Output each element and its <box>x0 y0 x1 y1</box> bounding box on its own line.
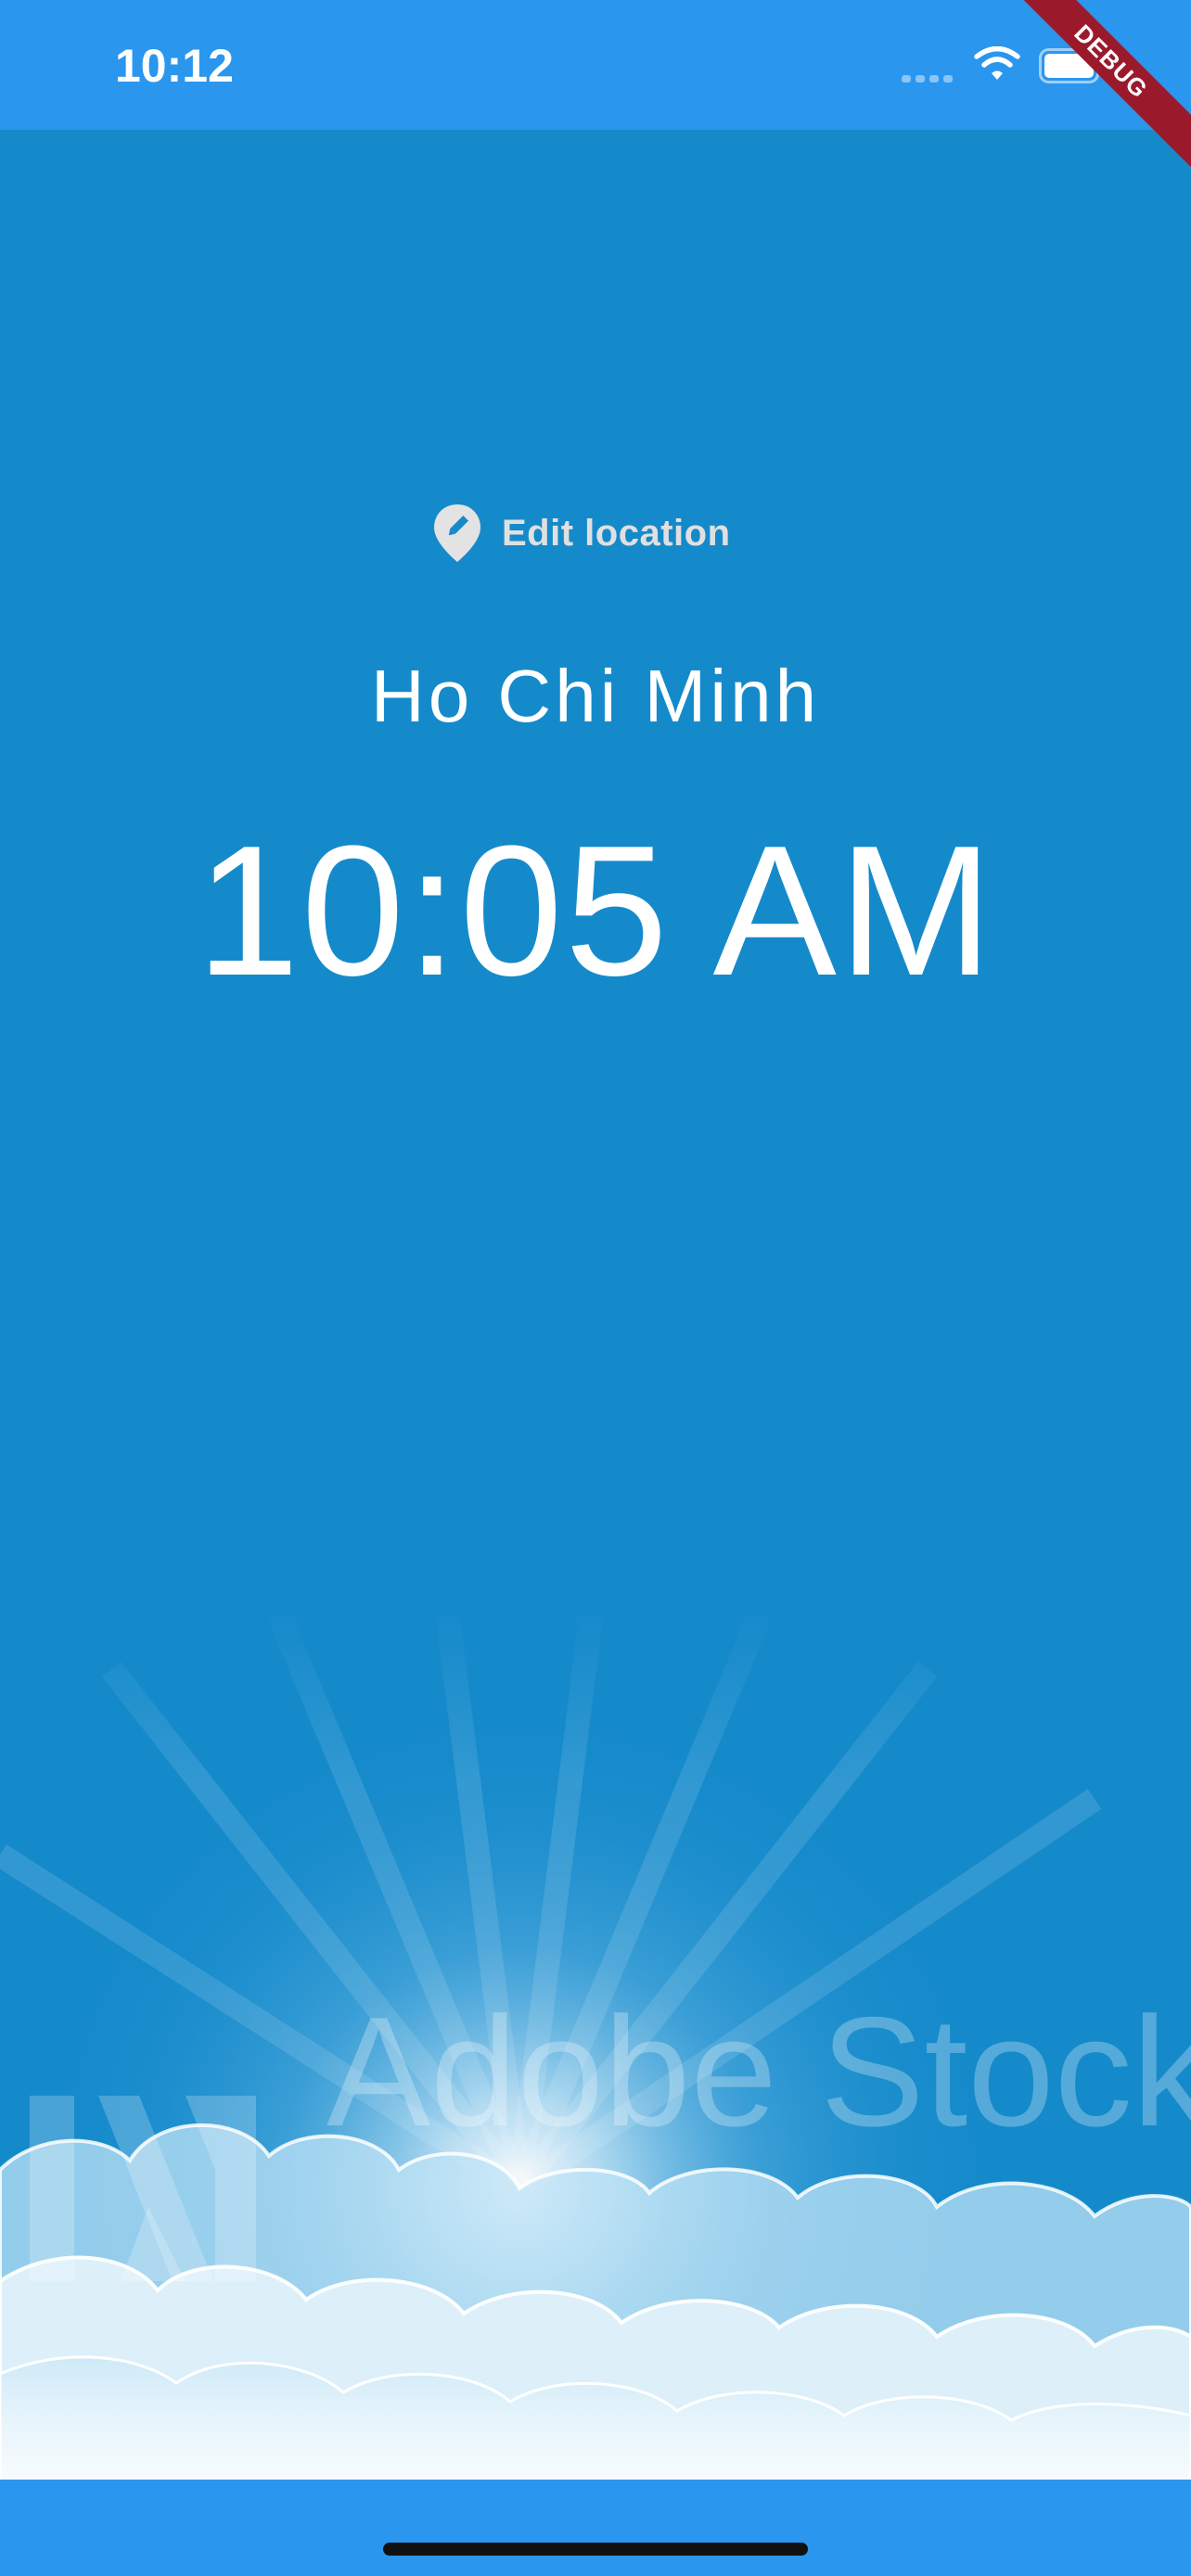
home-indicator[interactable] <box>383 2543 808 2556</box>
main-screen: Adobe Stock Edit location Ho Chi Minh 10… <box>0 130 1191 2480</box>
location-pin-edit-icon <box>434 504 480 562</box>
city-name: Ho Chi Minh <box>370 655 821 737</box>
time-display: 10:05 AM <box>196 808 995 1014</box>
bottom-bar <box>0 2480 1191 2576</box>
battery-icon <box>1039 48 1104 83</box>
edit-location-button[interactable]: Edit location <box>431 501 731 566</box>
cellular-signal-icon <box>902 75 957 83</box>
edit-location-label: Edit location <box>502 512 731 554</box>
watermark-text: Adobe Stock <box>327 1984 1191 2159</box>
wifi-icon <box>974 46 1020 80</box>
status-time: 10:12 <box>115 40 234 92</box>
status-bar: 10:12 <box>0 0 1191 130</box>
